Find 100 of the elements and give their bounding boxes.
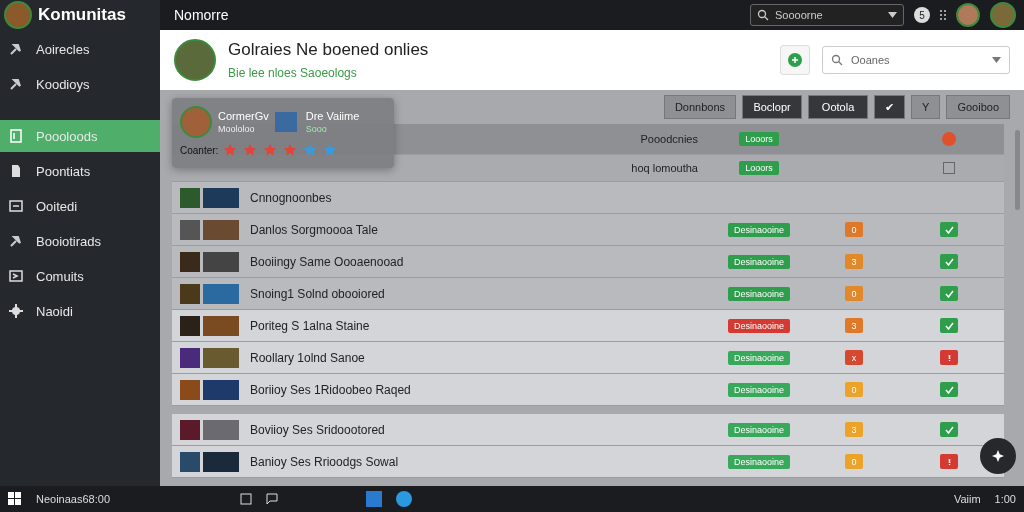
photo-placeholder [180,347,200,368]
photo-placeholder [180,251,200,272]
square-icon[interactable] [240,493,252,505]
photo-placeholder [180,187,200,208]
avatar [4,1,32,29]
toolbar-button[interactable]: Ootola [808,95,869,119]
column-label: hoq lomoutha [631,162,699,174]
game-title: Boviioy Ses Sridoootored [249,422,385,437]
page-title: Nomorre [174,7,230,23]
photo-placeholder [180,419,200,440]
photo-placeholder [180,315,200,336]
photo-placeholder [203,419,239,440]
book-icon [8,128,24,144]
plus-icon [788,53,802,67]
photo-placeholder [203,187,239,208]
sidebar-item[interactable]: Naoidi [0,295,160,327]
count-badge: x [845,350,863,365]
game-title: Booiingy Same Oooaenooad [249,254,404,269]
status-tag: Desinaooine [727,454,790,469]
count-badge: 0 [845,222,863,237]
status-tag: Looors [739,161,779,175]
status-dot-icon [942,132,956,146]
search-field[interactable]: Ooanes [822,46,1010,74]
profile-subtitle: Bie lee nloes Saoeologs [228,66,358,80]
add-button[interactable] [780,45,810,75]
square-icon [943,162,955,174]
game-title: Boriioy Ses 1Ridoobeo Raqed [249,382,411,397]
status-tag: Desinaooine [727,382,790,397]
photo-placeholder [274,112,297,132]
star-icon [304,144,317,156]
profile-title: Golraies Ne boened onlies [228,40,430,60]
pin-icon [8,76,24,92]
floating-action-button[interactable] [980,438,1016,474]
game-title: Banioy Ses Rrioodgs Sowal [249,454,399,469]
sidebar-item[interactable]: Ooitedi [0,190,160,222]
photo-placeholder [203,379,239,400]
toolbar-button[interactable]: Gooiboo [946,95,1010,119]
notification-badge[interactable]: 5 [914,7,930,23]
grid-icon[interactable] [940,9,946,21]
status-tag: Desinaooine [727,318,790,333]
count-badge: 0 [845,454,863,469]
sidebar-item[interactable]: Poontiats [0,155,160,187]
game-title: Roollary 1olnd Sanoe [249,350,365,365]
column-label: Pooodcnies [640,133,699,145]
game-title: Cnnognoonbes [249,190,332,205]
status-tag: Desinaooine [727,222,790,237]
status-tag: Desinaooine [727,254,790,269]
sidebar-item[interactable]: Koodioys [0,68,160,100]
sidebar-item[interactable]: Aoirecles [0,33,160,65]
rating-label: Coanter: [180,144,219,156]
toolbar-button[interactable]: Boclopr [742,95,803,119]
caret-icon [992,57,1001,63]
photo-placeholder [180,219,200,240]
avatar[interactable] [990,2,1016,28]
game-title: Dre Vaiime [305,110,360,122]
status-tag: Desinaooine [727,422,790,437]
toolbar-button[interactable]: ✔ [874,95,906,119]
search-field[interactable]: Soooorne [750,4,904,26]
sidebar-item[interactable]: Comuits [0,260,160,292]
count-badge: 3 [845,318,863,333]
star-icon [264,144,277,156]
clock: 1:00 [994,493,1016,505]
pin-icon [8,41,24,57]
photo-placeholder [180,379,200,400]
star-icon [284,144,297,156]
user-name: CormerGv [218,110,269,122]
star-icon [244,144,257,156]
app-icon[interactable] [396,491,412,507]
photo-placeholder [203,283,239,304]
app-name: Komunitas [38,5,126,25]
photo-placeholder [203,315,239,336]
photo-placeholder [203,251,239,272]
minus-icon [8,198,24,214]
toolbar-button[interactable]: Y [911,95,941,119]
tray-label: Vaiim [953,493,981,505]
game-title: Poriteg S 1alna Staine [249,318,370,333]
taskbar-label: Neoinaas68:00 [36,493,111,505]
windows-logo-icon[interactable] [8,492,22,506]
status-tag: Desinaooine [727,286,790,301]
star-icon [324,144,337,156]
user-handle: Moololoo [218,124,256,134]
share-icon [8,268,24,284]
pin-icon [8,233,24,249]
game-title: Danlos Sorgmoooa Tale [249,222,378,237]
caret-icon [888,12,897,18]
count-badge: 3 [845,254,863,269]
photo-placeholder [180,451,200,472]
status-tag: Looors [739,132,779,146]
game-status: Sooo [305,124,328,134]
toolbar-button[interactable]: Donnbons [663,95,737,119]
avatar [174,39,216,81]
avatar [180,106,212,138]
chat-icon[interactable] [266,493,278,505]
photo-placeholder [203,451,239,472]
avatar[interactable] [956,3,980,27]
sidebar-item[interactable]: Booiotirads [0,225,160,257]
photo-placeholder [203,219,239,240]
count-badge: 0 [845,286,863,301]
search-icon [757,9,769,21]
sparkle-icon [991,449,1005,463]
